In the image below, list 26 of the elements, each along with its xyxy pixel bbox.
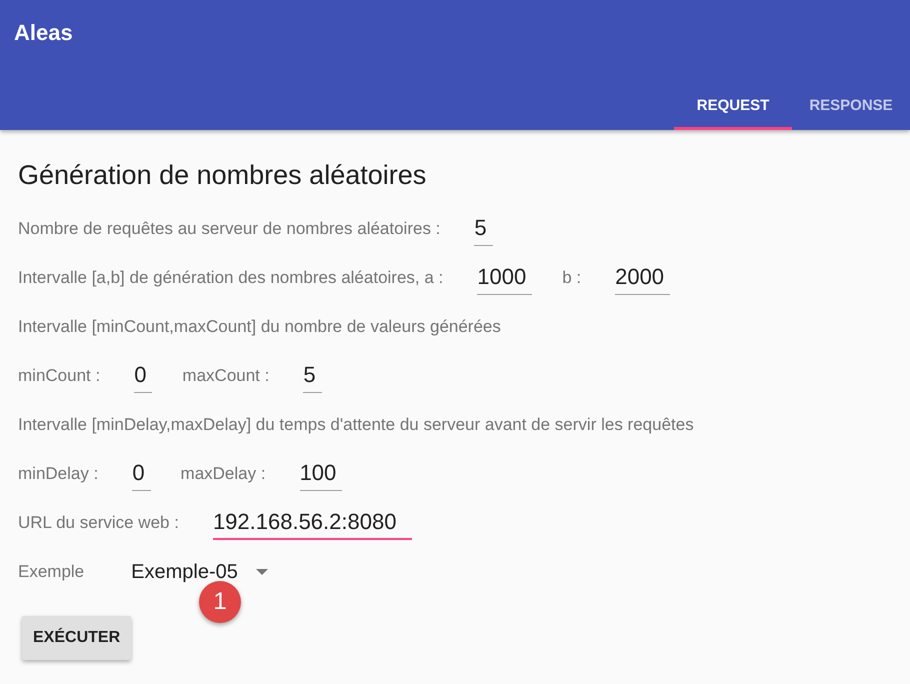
- form-heading: Génération de nombres aléatoires: [18, 159, 426, 191]
- field-label: minDelay :: [18, 462, 98, 485]
- tab[interactable]: RESPONSE: [792, 82, 910, 130]
- field-label: URL du service web :: [18, 512, 179, 534]
- step-badge: 1: [199, 581, 241, 623]
- input-field[interactable]: 0: [132, 456, 151, 490]
- field-label: b :: [562, 266, 582, 289]
- field-label: Exemple: [18, 560, 84, 583]
- input-field[interactable]: 2000: [615, 260, 670, 294]
- input-field[interactable]: 192.168.56.2:8080: [212, 506, 412, 540]
- input-field[interactable]: 5: [303, 358, 322, 392]
- execute-button[interactable]: EXÉCUTER: [22, 616, 132, 660]
- field-label: Nombre de requêtes au serveur de nombres aléatoires :: [18, 218, 440, 240]
- field-label: maxCount :: [182, 364, 270, 387]
- caret-icon: [256, 568, 268, 574]
- input-field[interactable]: 5: [474, 212, 493, 246]
- input-field[interactable]: 1000: [477, 260, 532, 294]
- section-description: Intervalle [minDelay,maxDelay] du temps d'attente du serveur avant de servir les requêtes: [18, 414, 694, 436]
- section-description: Intervalle [minCount,maxCount] du nombre de valeurs générées: [18, 316, 501, 338]
- field-label: minCount :: [18, 364, 100, 387]
- field-label: Intervalle [a,b] de génération des nombres aléatoires, a :: [18, 266, 444, 289]
- tab[interactable]: REQUEST: [674, 82, 792, 130]
- input-field[interactable]: 100: [300, 456, 342, 490]
- app-title: Aleas: [14, 18, 73, 46]
- field-label: maxDelay :: [180, 462, 266, 485]
- input-field[interactable]: 0: [134, 358, 152, 392]
